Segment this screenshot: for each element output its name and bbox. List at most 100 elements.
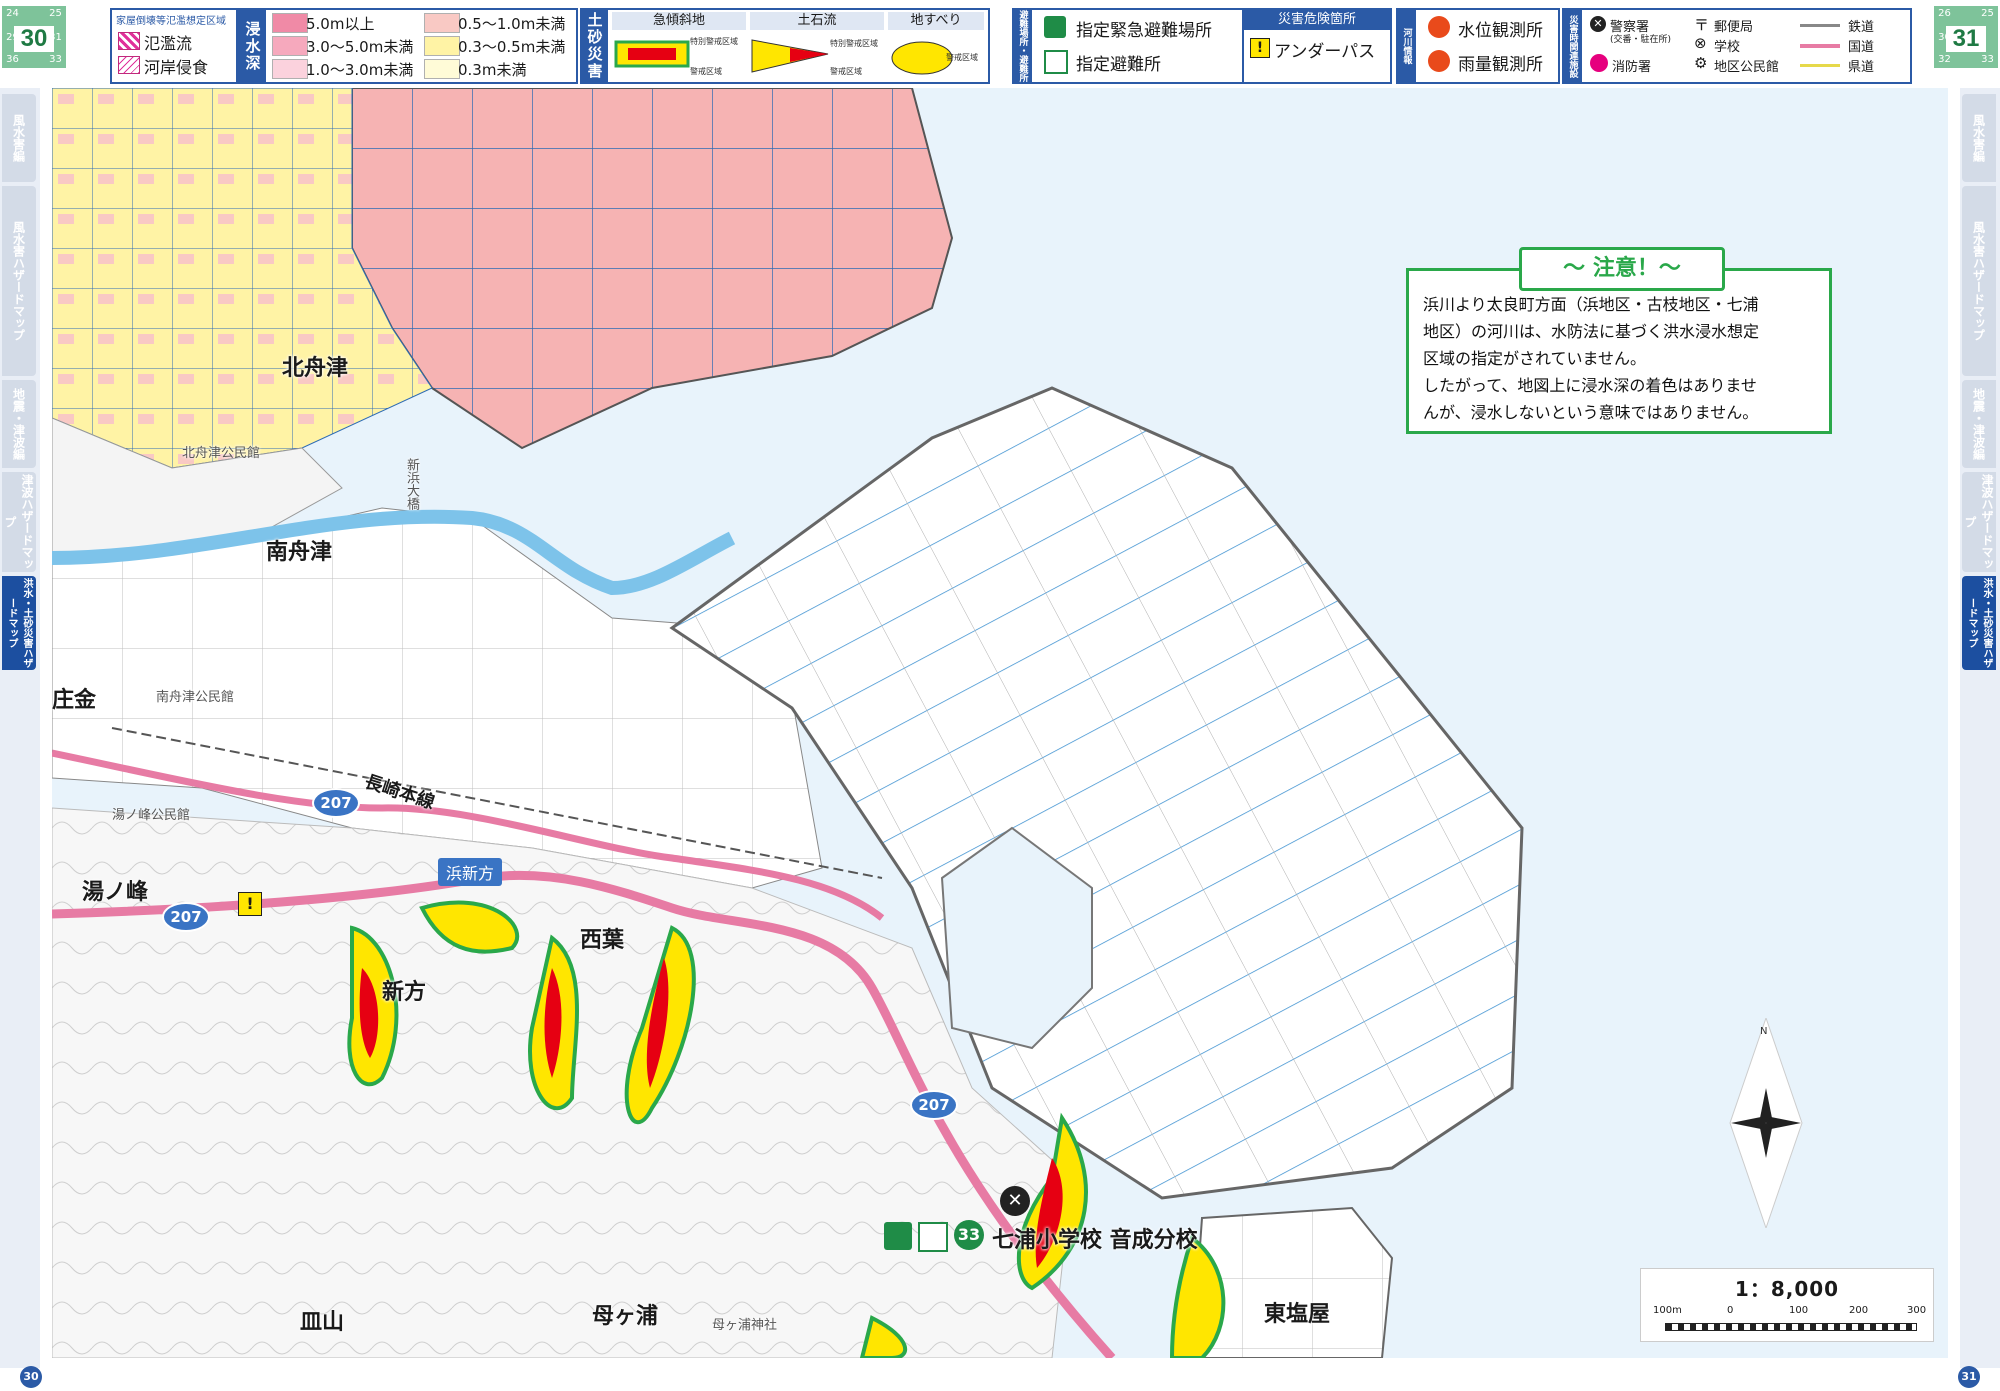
scale-tick: 0 xyxy=(1727,1305,1734,1316)
legend-post: 郵便局 xyxy=(1714,20,1754,35)
legend-overflow-label: 氾濫流 xyxy=(144,34,193,53)
community-hall-icon: ⚙ xyxy=(1694,54,1708,72)
legend-depth-title: 浸水深 xyxy=(240,10,266,82)
map-canvas[interactable]: 北舟津 南舟津 庄金 湯ノ峰 新方 西葉 皿山 母ヶ浦 東塩屋 北舟津公民館 南… xyxy=(52,88,1948,1358)
route-207-shield: 207 xyxy=(162,902,210,932)
legend-header: 24 25 29 31 36 33 30 家屋倒壊等氾濫想定区域 氾濫流 河岸侵… xyxy=(0,0,2000,88)
page-nav-current: 30 xyxy=(14,26,54,52)
page-nav-cell[interactable]: 24 xyxy=(2,8,23,19)
svg-text:特別警戒区域: 特別警戒区域 xyxy=(830,38,878,48)
page-nav-cell[interactable]: 33 xyxy=(45,54,66,65)
page-nav-left[interactable]: 24 25 29 31 36 33 30 xyxy=(2,6,66,68)
place-bogaura: 母ヶ浦 xyxy=(592,1304,659,1329)
legend-prefectural-road: 県道 xyxy=(1848,60,1875,75)
scale-tick: 200 xyxy=(1849,1305,1869,1316)
sidebar-tab-sediment-map[interactable]: 洪水・土砂災害ハザードマップ xyxy=(1962,576,1996,670)
place-minamifunatsu: 南舟津 xyxy=(266,540,333,565)
notice-body: 浜川より太良町方面（浜地区・古枝地区・七浦 地区）の河川は、水防法に基づく洪水浸… xyxy=(1423,295,1760,422)
prefectural-road-swatch xyxy=(1800,64,1840,67)
sidebar-tab-quake[interactable]: 地震・津波編 xyxy=(1962,380,1996,468)
sidebar-tab-tsunami-map[interactable]: 津波ハザードマップ xyxy=(2,472,36,572)
svg-text:警戒区域: 警戒区域 xyxy=(946,52,978,62)
legend-shelter-title: 避難場所・避難所 xyxy=(1014,10,1032,82)
fire-station-icon xyxy=(1590,54,1608,72)
emergency-shelter-icon xyxy=(1044,16,1066,38)
depth-label-3: 1.0〜3.0m未満 xyxy=(306,61,414,79)
place-higashishioya: 東塩屋 xyxy=(1264,1302,1331,1327)
underpass-icon: ! xyxy=(1250,38,1270,58)
depth-label-1: 5.0m以上 xyxy=(306,15,375,33)
scale-tick: 100 xyxy=(1789,1305,1809,1316)
sidebar-tab-flood-map[interactable]: 風水害ハザードマップ xyxy=(1962,186,1996,376)
sidebar-tab-sediment-map[interactable]: 洪水・土砂災害ハザードマップ xyxy=(2,576,36,670)
svg-text:警戒区域: 警戒区域 xyxy=(830,66,862,76)
depth-label-6: 0.3m未満 xyxy=(458,61,527,79)
place-kitafunatsu: 北舟津 xyxy=(282,356,349,381)
legend-facility: 災害時関連施設 ✕ 警察署 (交番・駐在所) 消防署 〒 郵便局 ⊗ 学校 ⚙ … xyxy=(1562,8,1912,84)
emergency-shelter-icon[interactable] xyxy=(884,1222,912,1250)
place-sarayama: 皿山 xyxy=(300,1310,345,1335)
sidebar-left: 風水害編 風水害ハザードマップ 地震・津波編 津波ハザードマップ 洪水・土砂災害… xyxy=(0,88,40,1368)
legend-rainfall: 雨量観測所 xyxy=(1458,55,1543,75)
sidebar-tab-flood-map[interactable]: 風水害ハザードマップ xyxy=(2,186,36,376)
shelter-number-badge: 33 xyxy=(954,1220,984,1250)
scale-bar: 1：8,000 100m 0 100 200 300 xyxy=(1640,1268,1934,1342)
svg-text:警戒区域: 警戒区域 xyxy=(690,66,722,76)
sidebar-right: 風水害編 風水害ハザードマップ 地震・津波編 津波ハザードマップ 洪水・土砂災害… xyxy=(1960,88,2000,1368)
legend-danger-title: 災害危険箇所 xyxy=(1244,10,1390,30)
notice-box: 〜 注意！〜 浜川より太良町方面（浜地区・古枝地区・七浦 地区）の河川は、水防法… xyxy=(1406,247,1832,434)
label-kitafunatsu-hall: 北舟津公民館 xyxy=(182,446,261,461)
rail-line-swatch xyxy=(1800,24,1840,27)
national-road-swatch xyxy=(1800,44,1840,48)
page-nav-cell[interactable]: 32 xyxy=(1934,54,1955,65)
legend-facility-title: 災害時関連施設 xyxy=(1564,10,1582,82)
legend-fire: 消防署 xyxy=(1612,60,1652,75)
sidebar-tab-flood[interactable]: 風水害編 xyxy=(2,94,36,182)
page-nav-cell[interactable]: 25 xyxy=(45,8,66,19)
overflow-swatch xyxy=(118,32,140,50)
legend-erosion-label: 河岸侵食 xyxy=(144,58,209,77)
legend-water-level: 水位観測所 xyxy=(1458,21,1543,41)
scale-tick: 100m xyxy=(1653,1305,1682,1316)
legend-river: 河川情報 水位観測所 雨量観測所 xyxy=(1396,8,1560,84)
page-nav-right[interactable]: 26 25 30 32 33 31 xyxy=(1934,6,1998,68)
sidebar-tab-tsunami-map[interactable]: 津波ハザードマップ xyxy=(1962,472,1996,572)
legend-emergency-shelter: 指定緊急避難場所 xyxy=(1076,21,1212,41)
page-nav-cell[interactable]: 25 xyxy=(1977,8,1998,19)
rainfall-icon xyxy=(1428,50,1450,72)
legend-shelter: 避難場所・避難所 指定緊急避難場所 指定避難所 xyxy=(1012,8,1244,84)
police-box-icon[interactable]: ✕ xyxy=(1000,1186,1030,1216)
sidebar-tab-flood[interactable]: 風水害編 xyxy=(1962,94,1996,182)
page-nav-current: 31 xyxy=(1946,26,1986,52)
legend-landslide: 地すべり xyxy=(888,12,984,30)
sidebar-tab-quake[interactable]: 地震・津波編 xyxy=(2,380,36,468)
police-icon: ✕ xyxy=(1590,16,1606,32)
legend-national-road: 国道 xyxy=(1848,40,1875,55)
legend-school: 学校 xyxy=(1714,40,1741,55)
scale-graduation xyxy=(1665,1323,1917,1331)
legend-depth: 浸水深 5.0m以上 3.0〜5.0m未満 1.0〜3.0m未満 0.5〜1.0… xyxy=(238,8,578,84)
legend-danger: 災害危険箇所 ! アンダーパス xyxy=(1242,8,1392,84)
shelter-icon[interactable] xyxy=(918,1222,948,1252)
svg-text:N: N xyxy=(1760,1026,1767,1037)
page-nav-cell[interactable]: 33 xyxy=(1977,54,1998,65)
sediment-symbols: 特別警戒区域 警戒区域 特別警戒区域 警戒区域 警戒区域 xyxy=(614,36,978,76)
underpass-label: 浜新方 xyxy=(438,858,503,886)
route-207-shield: 207 xyxy=(910,1090,958,1120)
legend-underpass: アンダーパス xyxy=(1274,42,1376,62)
underpass-marker-icon[interactable]: ! xyxy=(238,892,262,916)
place-yunomine: 湯ノ峰 xyxy=(82,880,149,905)
depth-label-5: 0.3〜0.5m未満 xyxy=(458,38,566,56)
legend-rail: 鉄道 xyxy=(1848,20,1875,35)
place-saiba: 西葉 xyxy=(580,928,625,953)
legend-collapse: 家屋倒壊等氾濫想定区域 氾濫流 河岸侵食 xyxy=(110,8,238,84)
label-shinhama-bridge: 新浜大橋 xyxy=(404,458,419,510)
svg-text:特別警戒区域: 特別警戒区域 xyxy=(690,36,738,46)
page-nav-cell[interactable]: 26 xyxy=(1934,8,1955,19)
scale-tick: 300 xyxy=(1907,1305,1927,1316)
page-nav-cell[interactable]: 36 xyxy=(2,54,23,65)
legend-river-title: 河川情報 xyxy=(1398,10,1416,82)
page-number-left: 30 xyxy=(20,1366,42,1388)
legend-debris-flow: 土石流 xyxy=(750,12,884,30)
legend-collapse-title: 家屋倒壊等氾濫想定区域 xyxy=(116,16,226,27)
